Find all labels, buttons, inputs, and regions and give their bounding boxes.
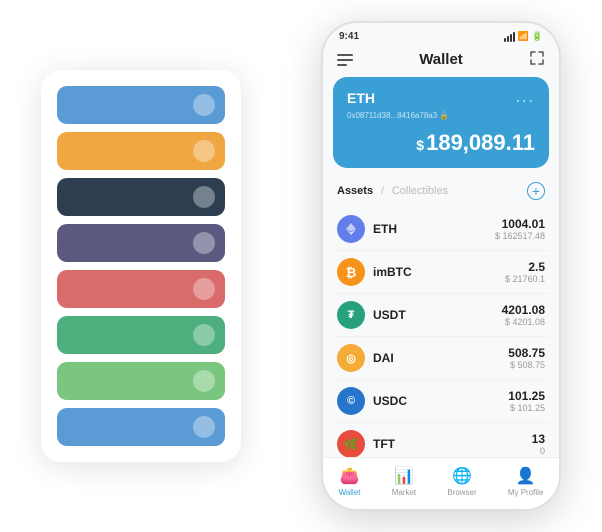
card-dot-icon xyxy=(193,324,215,346)
list-item[interactable] xyxy=(57,224,225,262)
list-item[interactable] xyxy=(57,132,225,170)
asset-amount: 508.75 $ 508.75 xyxy=(508,346,545,370)
list-item[interactable] xyxy=(57,270,225,308)
wifi-icon: 📶 xyxy=(518,31,529,42)
wallet-balance: $189,089.11 xyxy=(347,130,535,156)
table-row[interactable]: ◎ DAI 508.75 $ 508.75 xyxy=(333,337,549,380)
table-row[interactable]: 🌿 TFT 13 0 xyxy=(333,423,549,457)
add-asset-button[interactable]: + xyxy=(527,182,545,200)
card-dot-icon xyxy=(193,186,215,208)
asset-amount: 1004.01 $ 162517.48 xyxy=(495,217,545,241)
phone-mockup: 9:41 📶 🔋 Wallet ETH xyxy=(321,21,561,511)
tft-icon: 🌿 xyxy=(337,430,365,457)
wallet-nav-label: Wallet xyxy=(339,488,361,497)
asset-name: imBTC xyxy=(373,265,505,279)
nav-item-market[interactable]: 📊 Market xyxy=(392,466,416,497)
status-icons: 📶 🔋 xyxy=(504,31,543,42)
table-row[interactable]: © USDC 101.25 $ 101.25 xyxy=(333,380,549,423)
wallet-address: 0x08711d38...8416a78a3 🔒 xyxy=(347,111,535,120)
wallet-nav-icon: 👛 xyxy=(340,466,360,486)
tab-assets[interactable]: Assets xyxy=(337,185,373,197)
scene: 9:41 📶 🔋 Wallet ETH xyxy=(11,11,591,521)
asset-name: USDT xyxy=(373,308,502,322)
usdc-icon: © xyxy=(337,387,365,415)
page-title: Wallet xyxy=(419,51,463,68)
menu-icon[interactable] xyxy=(337,54,353,66)
tab-collectibles[interactable]: Collectibles xyxy=(392,185,448,197)
asset-amount: 4201.08 $ 4201.08 xyxy=(502,303,545,327)
profile-nav-label: My Profile xyxy=(508,488,544,497)
market-nav-label: Market xyxy=(392,488,416,497)
assets-header: Assets / Collectibles + xyxy=(323,178,559,208)
browser-nav-icon: 🌐 xyxy=(452,466,472,486)
list-item[interactable] xyxy=(57,408,225,446)
asset-amount: 101.25 $ 101.25 xyxy=(508,389,545,413)
wallet-card-header: ETH ... xyxy=(347,89,535,107)
card-stack xyxy=(41,70,241,462)
browser-nav-label: Browser xyxy=(447,488,476,497)
balance-amount: 189,089.11 xyxy=(426,130,535,155)
signal-icon xyxy=(504,32,515,42)
nav-item-wallet[interactable]: 👛 Wallet xyxy=(339,466,361,497)
imbtc-icon: ₿ xyxy=(337,258,365,286)
card-dot-icon xyxy=(193,370,215,392)
wallet-card[interactable]: ETH ... 0x08711d38...8416a78a3 🔒 $189,08… xyxy=(333,77,549,168)
bottom-nav: 👛 Wallet 📊 Market 🌐 Browser 👤 My Profile xyxy=(323,457,559,509)
phone-header: Wallet xyxy=(323,46,559,77)
asset-name: USDC xyxy=(373,394,508,408)
list-item[interactable] xyxy=(57,86,225,124)
usdt-icon: ₮ xyxy=(337,301,365,329)
asset-name: DAI xyxy=(373,351,508,365)
nav-item-browser[interactable]: 🌐 Browser xyxy=(447,466,476,497)
asset-list: ETH 1004.01 $ 162517.48 ₿ imBTC 2.5 $ 21… xyxy=(323,208,559,457)
card-dot-icon xyxy=(193,140,215,162)
currency-symbol: $ xyxy=(416,137,424,153)
time-display: 9:41 xyxy=(339,31,359,42)
market-nav-icon: 📊 xyxy=(394,466,414,486)
asset-name: ETH xyxy=(373,222,495,236)
card-dot-icon xyxy=(193,232,215,254)
status-bar: 9:41 📶 🔋 xyxy=(323,23,559,46)
tab-separator: / xyxy=(381,186,384,197)
wallet-options-button[interactable]: ... xyxy=(516,89,535,107)
card-dot-icon xyxy=(193,416,215,438)
profile-nav-icon: 👤 xyxy=(516,466,536,486)
card-dot-icon xyxy=(193,278,215,300)
list-item[interactable] xyxy=(57,178,225,216)
card-dot-icon xyxy=(193,94,215,116)
list-item[interactable] xyxy=(57,316,225,354)
wallet-coin-label: ETH xyxy=(347,90,375,106)
expand-icon[interactable] xyxy=(529,50,545,69)
list-item[interactable] xyxy=(57,362,225,400)
table-row[interactable]: ₮ USDT 4201.08 $ 4201.08 xyxy=(333,294,549,337)
battery-icon: 🔋 xyxy=(532,31,543,42)
table-row[interactable]: ₿ imBTC 2.5 $ 21760.1 xyxy=(333,251,549,294)
assets-tabs: Assets / Collectibles xyxy=(337,185,448,197)
asset-name: TFT xyxy=(373,437,532,451)
asset-amount: 2.5 $ 21760.1 xyxy=(505,260,545,284)
dai-icon: ◎ xyxy=(337,344,365,372)
nav-item-profile[interactable]: 👤 My Profile xyxy=(508,466,544,497)
table-row[interactable]: ETH 1004.01 $ 162517.48 xyxy=(333,208,549,251)
eth-icon xyxy=(337,215,365,243)
asset-amount: 13 0 xyxy=(532,432,545,456)
